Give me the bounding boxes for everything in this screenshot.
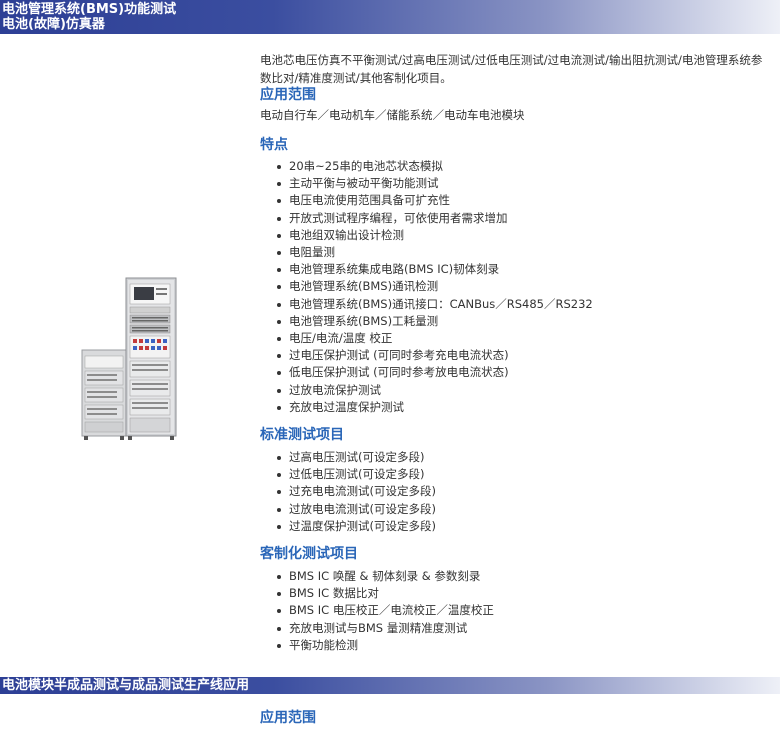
section1-banner: 电池管理系统(BMS)功能测试 电池(故障)仿真器 — [0, 0, 780, 34]
list-item: 平衡功能检测 — [260, 637, 780, 654]
banner-title-line1: 电池管理系统(BMS)功能测试 — [2, 2, 177, 17]
list-item: BMS IC 电压校正／电流校正／温度校正 — [260, 602, 780, 619]
list-item: 电压/电流/温度 校正 — [260, 330, 780, 347]
custom-list-block: BMS IC 唤醒 & 韧体刻录 & 参数刻录 BMS IC 数据比对 BMS … — [260, 568, 780, 654]
standard-block: 标准测试项目 — [260, 426, 780, 444]
standard-list: 过高电压测试(可设定多段) 过低电压测试(可设定多段) 过充电电流测试(可设定多… — [260, 449, 780, 535]
list-item: 充放电过温度保护测试 — [260, 399, 780, 416]
scope-text: 电动自行车／电动机车／储能系统／电动车电池模块 — [260, 108, 525, 122]
section2-banner: 电池模块半成品测试与成品测试生产线应用 — [0, 677, 780, 694]
features-list-block: 20串~25串的电池芯状态模拟 主动平衡与被动平衡功能测试 电压电流使用范围具备… — [260, 158, 780, 416]
bms-tester-cabinet-image — [80, 276, 180, 441]
scope-title: 应用范围 — [260, 87, 316, 103]
list-item: 电池管理系统(BMS)通讯接口：CANBus／RS485／RS232 — [260, 296, 780, 313]
list-item: BMS IC 唤醒 & 韧体刻录 & 参数刻录 — [260, 568, 780, 585]
features-list: 20串~25串的电池芯状态模拟 主动平衡与被动平衡功能测试 电压电流使用范围具备… — [260, 158, 780, 416]
banner-title-line2: 电池(故障)仿真器 — [2, 17, 105, 32]
features-title: 特点 — [260, 137, 288, 153]
list-item: 过放电流保护测试 — [260, 382, 780, 399]
list-item: 过放电电流测试(可设定多段) — [260, 501, 780, 518]
list-item: 电池组双输出设计检测 — [260, 227, 780, 244]
list-item: 过充电电流测试(可设定多段) — [260, 483, 780, 500]
intro-line1: 电池芯电压仿真不平衡测试/过高电压测试/过低电压测试/过电流测试/输出阻抗测试/… — [260, 53, 763, 67]
list-item: 电阻量测 — [260, 244, 780, 261]
intro-line2: 数比对/精准度测试/其他客制化项目。 — [260, 71, 452, 85]
scope-block: 应用范围 — [260, 86, 780, 104]
section1-content: 电池芯电压仿真不平衡测试/过高电压测试/过低电压测试/过电流测试/输出阻抗测试/… — [260, 51, 780, 87]
list-item: 低电压保护测试 (可同时参考放电电流状态) — [260, 364, 780, 381]
custom-block: 客制化测试项目 — [260, 545, 780, 563]
custom-list: BMS IC 唤醒 & 韧体刻录 & 参数刻录 BMS IC 数据比对 BMS … — [260, 568, 780, 654]
list-item: 过低电压测试(可设定多段) — [260, 466, 780, 483]
list-item: 过高电压测试(可设定多段) — [260, 449, 780, 466]
standard-list-block: 过高电压测试(可设定多段) 过低电压测试(可设定多段) 过充电电流测试(可设定多… — [260, 449, 780, 535]
list-item: 电池管理系统(BMS)通讯检测 — [260, 278, 780, 295]
standard-title: 标准测试项目 — [260, 427, 344, 443]
list-item: 开放式测试程序编程，可依使用者需求增加 — [260, 210, 780, 227]
section2-scope-title: 应用范围 — [260, 710, 316, 726]
list-item: BMS IC 数据比对 — [260, 585, 780, 602]
list-item: 20串~25串的电池芯状态模拟 — [260, 158, 780, 175]
list-item: 主动平衡与被动平衡功能测试 — [260, 175, 780, 192]
list-item: 过温度保护测试(可设定多段) — [260, 518, 780, 535]
list-item: 充放电测试与BMS 量测精准度测试 — [260, 620, 780, 637]
list-item: 过电压保护测试 (可同时参考充电电流状态) — [260, 347, 780, 364]
section2-scope-block: 应用范围 — [260, 709, 780, 727]
list-item: 电池管理系统集成电路(BMS IC)韧体刻录 — [260, 261, 780, 278]
custom-title: 客制化测试项目 — [260, 546, 358, 562]
list-item: 电压电流使用范围具备可扩充性 — [260, 192, 780, 209]
features-block: 特点 — [260, 136, 780, 154]
scope-text-block: 电动自行车／电动机车／储能系统／电动车电池模块 — [260, 107, 780, 124]
list-item: 电池管理系统(BMS)工耗量测 — [260, 313, 780, 330]
